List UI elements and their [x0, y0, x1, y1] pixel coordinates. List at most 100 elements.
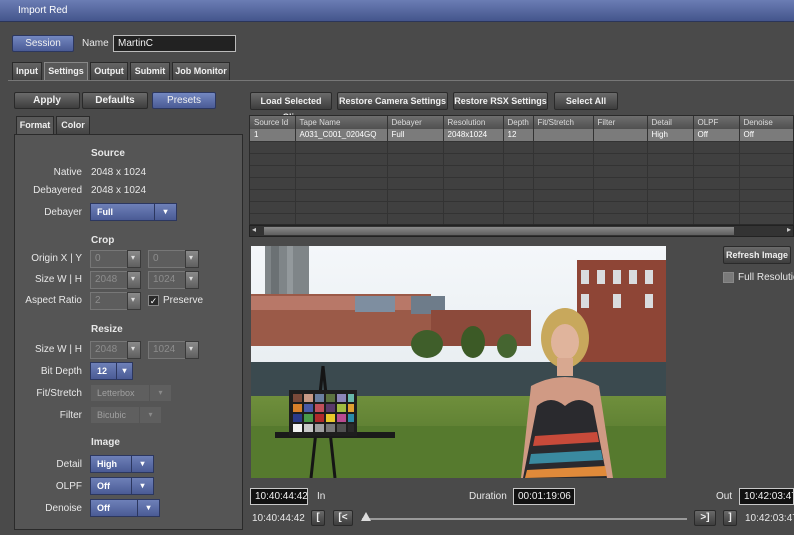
- out-timecode-field[interactable]: 10:42:03:47: [739, 488, 794, 505]
- refresh-image-button[interactable]: Refresh Image: [723, 246, 791, 264]
- select-all-button[interactable]: Select All: [554, 92, 618, 110]
- filter-dropdown[interactable]: Bicubic ▾: [90, 406, 162, 424]
- denoise-dropdown[interactable]: Off ▾: [90, 499, 160, 517]
- crop-heading: Crop: [91, 235, 115, 246]
- column-header[interactable]: Fit/Stretch: [533, 116, 594, 129]
- origin-y-input[interactable]: 0: [148, 250, 186, 268]
- debayered-value: 2048 x 1024: [91, 185, 147, 196]
- defaults-button[interactable]: Defaults: [82, 92, 148, 109]
- name-input[interactable]: MartinC: [113, 35, 236, 52]
- debayer-dropdown[interactable]: Full ▾: [90, 203, 177, 221]
- preserve-label: Preserve: [163, 295, 204, 306]
- table-row-empty: [250, 153, 793, 166]
- clip-table: Source Id Tape Name Debayer Resolution D…: [249, 115, 794, 225]
- table-cell: Off: [693, 129, 740, 142]
- aspect-ratio-label: Aspect Ratio: [25, 295, 82, 306]
- column-header[interactable]: Tape Name: [295, 116, 388, 129]
- mark-out-button[interactable]: ]: [723, 510, 737, 526]
- fit-stretch-label: Fit/Stretch: [36, 388, 82, 399]
- crop-width-spinner[interactable]: [127, 271, 141, 289]
- bit-depth-dropdown[interactable]: 12 ▾: [90, 362, 133, 380]
- load-selected-clip-button[interactable]: Load Selected Clip: [250, 92, 332, 122]
- native-label: Native: [53, 167, 82, 178]
- previous-frame-button[interactable]: [<: [333, 510, 353, 526]
- crop-size-label: Size W | H: [34, 274, 82, 285]
- restore-camera-settings-button[interactable]: Restore Camera Settings: [337, 92, 448, 110]
- origin-x-input[interactable]: 0: [90, 250, 128, 268]
- resize-height-input[interactable]: 1024: [148, 341, 186, 359]
- chevron-down-icon: ▾: [131, 456, 153, 472]
- column-header[interactable]: Filter: [593, 116, 648, 129]
- timeline-scrubber-track[interactable]: [362, 518, 687, 520]
- detail-label: Detail: [56, 459, 82, 470]
- tab-submit[interactable]: Submit: [130, 62, 170, 80]
- next-frame-button[interactable]: >]: [694, 510, 716, 526]
- scrollbar-thumb[interactable]: [264, 227, 734, 235]
- presets-button[interactable]: Presets: [152, 92, 216, 109]
- tab-output[interactable]: Output: [90, 62, 128, 80]
- scroll-left-icon[interactable]: ◂: [252, 225, 256, 234]
- crop-width-input[interactable]: 2048: [90, 271, 128, 289]
- aspect-ratio-input[interactable]: 2: [90, 292, 128, 310]
- fit-stretch-dropdown[interactable]: Letterbox ▾: [90, 384, 172, 402]
- detail-dropdown[interactable]: High ▾: [90, 455, 154, 473]
- preserve-checkbox[interactable]: ✓: [148, 295, 159, 306]
- chevron-down-icon: ▾: [149, 385, 171, 401]
- table-cell: [533, 129, 594, 142]
- crop-height-input[interactable]: 1024: [148, 271, 186, 289]
- table-row-empty: [250, 165, 793, 178]
- table-row[interactable]: 1 A031_C001_0204GQ Full 2048x1024 12 Hig…: [250, 129, 793, 142]
- playhead-icon[interactable]: [361, 512, 371, 521]
- column-header[interactable]: Debayer: [387, 116, 444, 129]
- resize-width-input[interactable]: 2048: [90, 341, 128, 359]
- window-title: Import Red: [18, 5, 68, 16]
- chevron-down-icon: ▾: [116, 363, 132, 379]
- resize-width-spinner[interactable]: [127, 341, 141, 359]
- bit-depth-value: 12: [97, 366, 108, 376]
- table-horizontal-scrollbar[interactable]: ◂ ▸: [249, 225, 794, 237]
- chevron-down-icon: ▾: [139, 407, 161, 423]
- in-timecode-field[interactable]: 10:40:44:42: [250, 488, 308, 505]
- debayer-label: Debayer: [44, 207, 82, 218]
- origin-x-spinner[interactable]: [127, 250, 141, 268]
- filter-value: Bicubic: [97, 410, 127, 420]
- table-cell: Off: [739, 129, 793, 142]
- origin-label: Origin X | Y: [31, 253, 82, 264]
- resize-height-spinner[interactable]: [185, 341, 199, 359]
- resize-heading: Resize: [91, 324, 123, 335]
- tab-job-monitor[interactable]: Job Monitor: [172, 62, 230, 80]
- table-header-row: Source Id Tape Name Debayer Resolution D…: [250, 116, 793, 129]
- restore-rsx-settings-button[interactable]: Restore RSX Settings: [453, 92, 548, 110]
- chevron-down-icon: ▾: [131, 478, 153, 494]
- session-button[interactable]: Session: [12, 35, 74, 52]
- full-resolution-checkbox[interactable]: [723, 272, 734, 283]
- column-header[interactable]: Depth: [503, 116, 534, 129]
- tab-format[interactable]: Format: [16, 116, 54, 134]
- origin-y-spinner[interactable]: [185, 250, 199, 268]
- column-header[interactable]: OLPF: [693, 116, 740, 129]
- crop-height-spinner[interactable]: [185, 271, 199, 289]
- table-cell: 1: [250, 129, 296, 142]
- chevron-down-icon: ▾: [154, 204, 176, 220]
- column-header[interactable]: Resolution: [443, 116, 504, 129]
- denoise-label: Denoise: [45, 503, 82, 514]
- column-header[interactable]: Source Id: [250, 116, 296, 129]
- duration-field[interactable]: 00:01:19:06: [513, 488, 575, 505]
- aspect-ratio-spinner[interactable]: [127, 292, 141, 310]
- column-header[interactable]: Denoise: [739, 116, 793, 129]
- full-resolution-label: Full Resolution: [738, 272, 794, 283]
- fit-stretch-value: Letterbox: [97, 388, 135, 398]
- tab-settings[interactable]: Settings: [44, 62, 88, 80]
- name-label: Name: [82, 38, 109, 49]
- apply-button[interactable]: Apply: [14, 92, 80, 109]
- column-header[interactable]: Detail: [647, 116, 694, 129]
- table-row-empty: [250, 201, 793, 214]
- table-cell: [593, 129, 648, 142]
- olpf-dropdown[interactable]: Off ▾: [90, 477, 154, 495]
- tab-color[interactable]: Color: [56, 116, 90, 134]
- current-end-timecode: 10:42:03:47: [745, 513, 794, 524]
- mark-in-button[interactable]: [: [311, 510, 325, 526]
- table-row-empty: [250, 177, 793, 190]
- tab-input[interactable]: Input: [12, 62, 42, 80]
- scroll-right-icon[interactable]: ▸: [787, 225, 791, 234]
